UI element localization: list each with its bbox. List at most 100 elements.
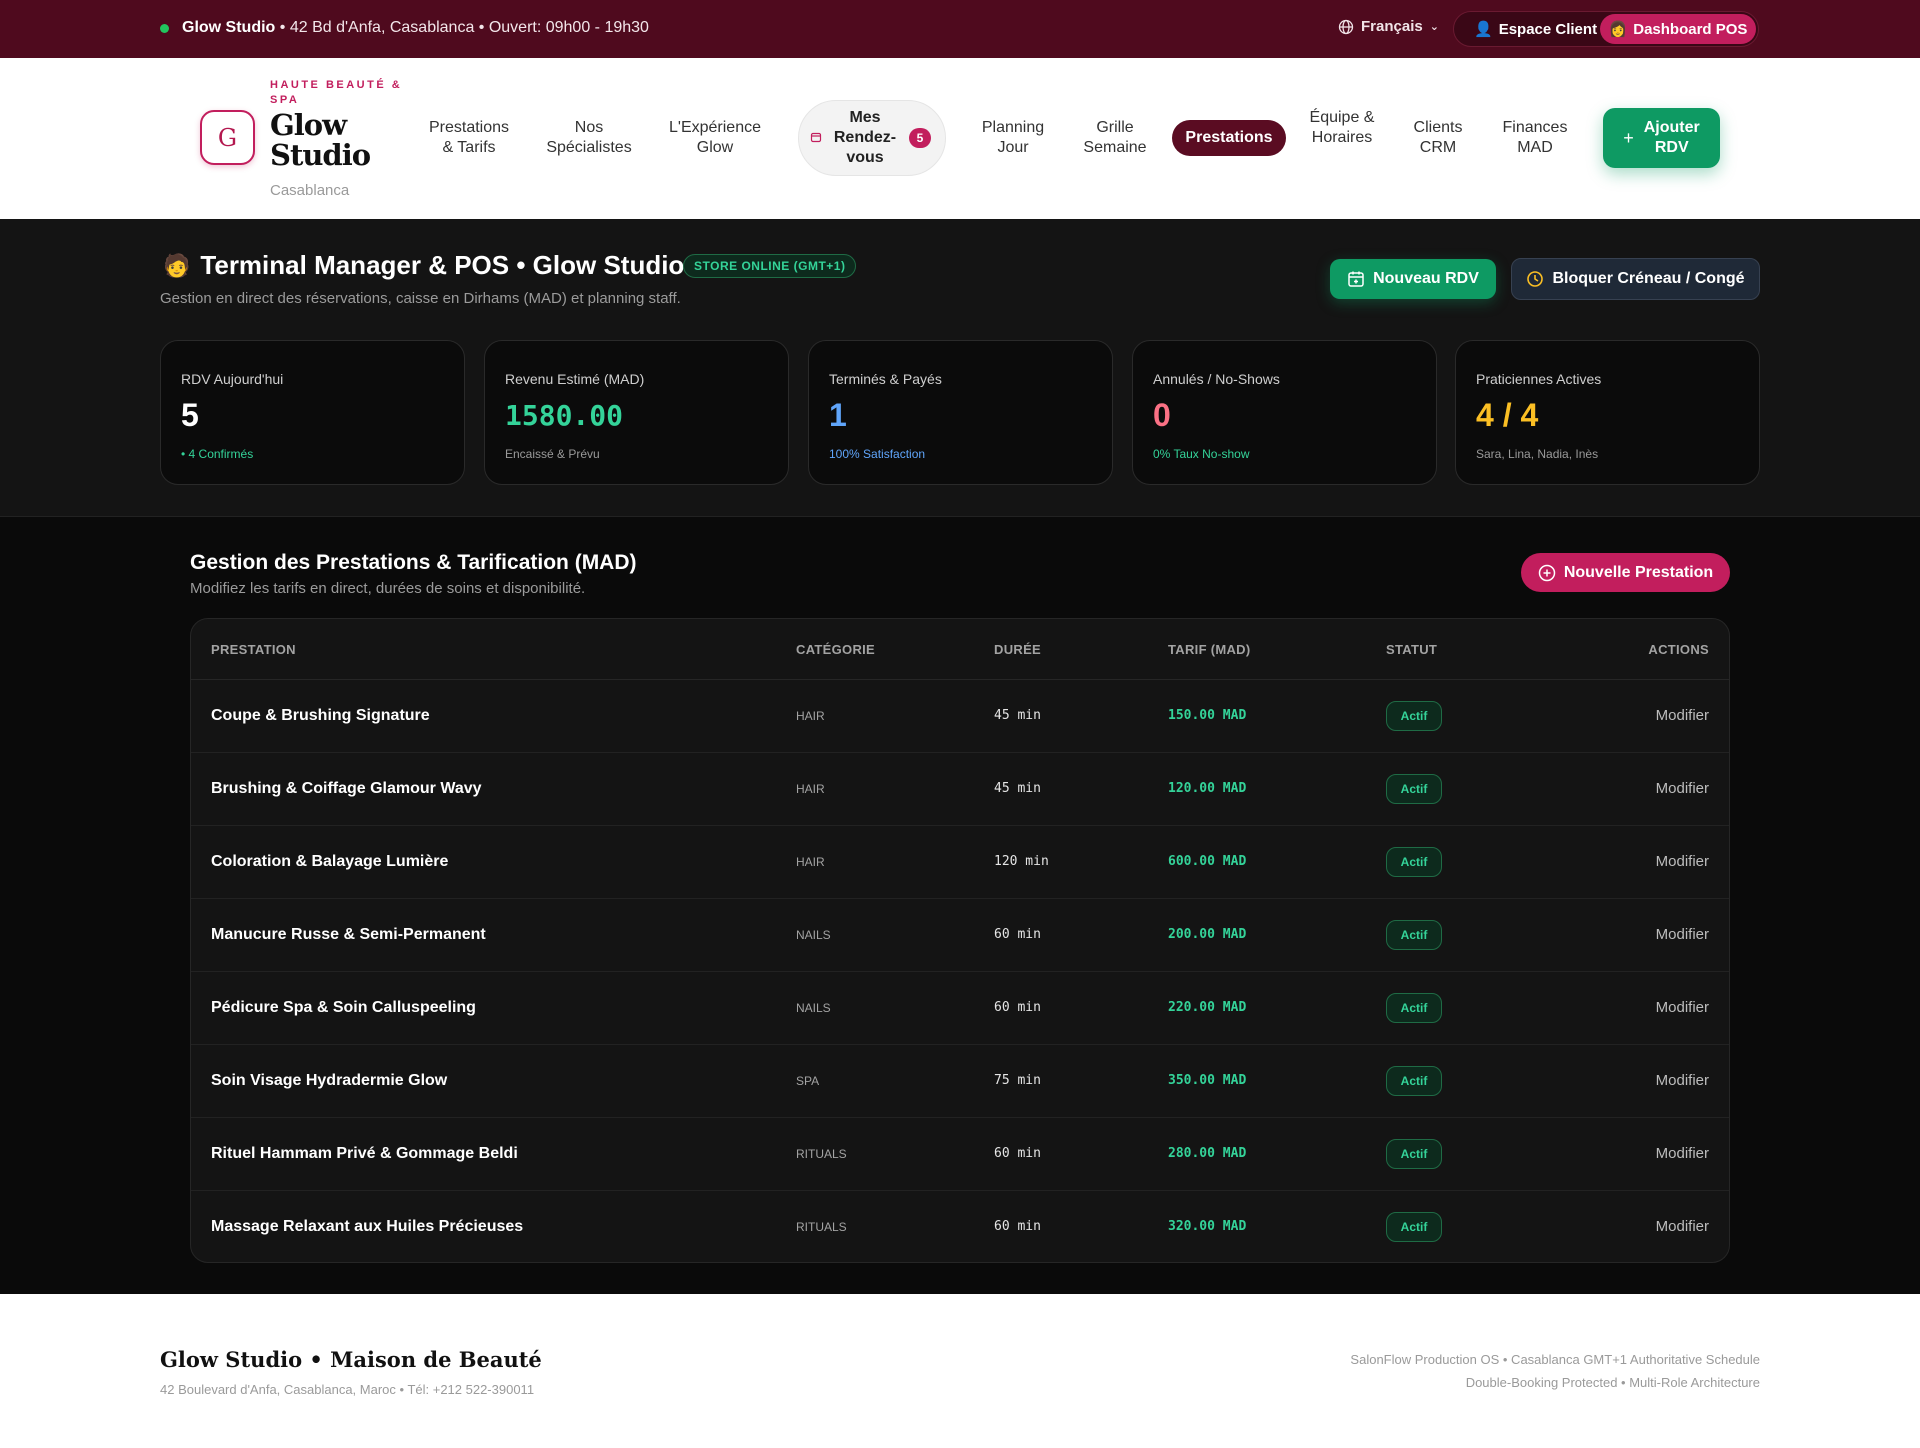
footer-system-info: SalonFlow Production OS • Casablanca GMT… — [1350, 1352, 1760, 1367]
stat-card-cancelled: Annulés / No-Shows 0 0% Taux No-show — [1132, 340, 1437, 485]
service-price: 280.00 MAD — [1168, 1146, 1247, 1161]
appointments-count-badge: 5 — [909, 128, 931, 148]
stat-label: Annulés / No-Shows — [1153, 371, 1280, 387]
status-badge: Actif — [1386, 1066, 1442, 1096]
stat-label: Revenu Estimé (MAD) — [505, 371, 645, 387]
language-selector[interactable]: Français ⌄ — [1338, 18, 1439, 35]
nav-grille-semaine[interactable]: Grille Semaine — [1075, 118, 1155, 158]
brand-name[interactable]: Glow Studio — [270, 110, 390, 170]
edit-service-link[interactable]: Modifier — [1656, 1145, 1709, 1162]
nav-mes-rendez-vous-label: Mes Rendez-vous — [833, 109, 897, 166]
add-rdv-label: Ajouter RDV — [1643, 119, 1700, 156]
page-title-text: Terminal Manager & POS • Glow Studio — [200, 250, 685, 280]
stat-card-rdv-today: RDV Aujourd'hui 5 • 4 Confirmés — [160, 340, 465, 485]
service-name: Massage Relaxant aux Huiles Précieuses — [211, 1218, 524, 1235]
service-duration: 45 min — [994, 708, 1041, 723]
service-category: HAIR — [796, 855, 825, 869]
online-status-dot — [160, 24, 169, 33]
service-name: Soin Visage Hydradermie Glow — [211, 1072, 448, 1089]
calendar-plus-icon — [1348, 271, 1364, 287]
service-name: Coloration & Balayage Lumière — [211, 853, 449, 870]
plus-icon: + — [1623, 128, 1634, 148]
section-title: Gestion des Prestations & Tarification (… — [190, 551, 637, 574]
nav-prestations-active[interactable]: Prestations — [1172, 120, 1286, 156]
user-icon: 👤 — [1474, 21, 1493, 38]
stat-label: RDV Aujourd'hui — [181, 371, 284, 387]
table-row: Rituel Hammam Privé & Gommage Beldi RITUA… — [191, 1118, 1729, 1191]
column-header: CATÉGORIE — [796, 642, 876, 657]
stat-note: Sara, Lina, Nadia, Inès — [1476, 447, 1599, 461]
status-badge: Actif — [1386, 701, 1442, 731]
service-category: SPA — [796, 1074, 820, 1088]
service-name: Pédicure Spa & Soin Calluspeeling — [211, 999, 476, 1016]
service-price: 600.00 MAD — [1168, 854, 1247, 869]
table-header: PRESTATION CATÉGORIE DURÉE TARIF (MAD) S… — [191, 619, 1729, 680]
service-duration: 45 min — [994, 781, 1041, 796]
manager-icon: 👩 — [1608, 21, 1628, 38]
studio-details: • 42 Bd d'Anfa, Casablanca • Ouvert: 09h… — [275, 19, 649, 36]
service-duration: 120 min — [994, 854, 1049, 869]
stat-note: • 4 Confirmés — [181, 447, 254, 461]
nav-prestations-tarifs[interactable]: Prestations & Tarifs — [422, 118, 516, 158]
nav-specialistes[interactable]: Nos Spécialistes — [540, 118, 638, 158]
nav-finances-mad[interactable]: Finances MAD — [1495, 118, 1575, 158]
service-category: NAILS — [796, 1001, 831, 1015]
brand-tagline: HAUTE BEAUTÉ & SPA — [270, 79, 403, 106]
status-badge: Actif — [1386, 1212, 1442, 1242]
stat-value: 0 — [1153, 397, 1171, 433]
stat-value: 5 — [181, 397, 199, 433]
service-price: 220.00 MAD — [1168, 1000, 1247, 1015]
brand-city: Casablanca — [270, 182, 350, 199]
block-slot-label: Bloquer Créneau / Congé — [1552, 270, 1745, 287]
table-row: Massage Relaxant aux Huiles Précieuses RI… — [191, 1191, 1729, 1262]
service-price: 320.00 MAD — [1168, 1219, 1247, 1234]
edit-service-link[interactable]: Modifier — [1656, 853, 1709, 870]
edit-service-link[interactable]: Modifier — [1656, 1218, 1709, 1235]
dashboard-pos-button[interactable]: 👩 Dashboard POS — [1600, 14, 1756, 44]
new-rdv-button[interactable]: Nouveau RDV — [1330, 259, 1496, 299]
table-row: Soin Visage Hydradermie Glow SPA 75 min 350… — [191, 1045, 1729, 1118]
block-slot-button[interactable]: Bloquer Créneau / Congé — [1511, 258, 1760, 300]
studio-name: Glow Studio — [182, 19, 276, 36]
footer-title: Glow Studio • Maison de Beauté — [160, 1347, 542, 1372]
nav-equipe-horaires[interactable]: Équipe & Horaires — [1303, 108, 1381, 148]
service-price: 120.00 MAD — [1168, 781, 1247, 796]
stat-note: 100% Satisfaction — [829, 447, 926, 461]
edit-service-link[interactable]: Modifier — [1656, 999, 1709, 1016]
edit-service-link[interactable]: Modifier — [1656, 926, 1709, 943]
footer-address: 42 Boulevard d'Anfa, Casablanca, Maroc •… — [160, 1382, 535, 1397]
new-rdv-label: Nouveau RDV — [1373, 270, 1479, 287]
status-badge: Actif — [1386, 847, 1442, 877]
column-header: ACTIONS — [1648, 642, 1709, 657]
table-row: Coupe & Brushing Signature HAIR 45 min 150.… — [191, 680, 1729, 753]
nav-experience[interactable]: L'Expérience Glow — [662, 118, 768, 158]
status-badge: Actif — [1386, 920, 1442, 950]
espace-client-label: Espace Client — [1498, 20, 1598, 38]
nav-clients-crm[interactable]: Clients CRM — [1400, 118, 1476, 158]
espace-client-button[interactable]: 👤 Espace Client — [1462, 15, 1609, 43]
service-category: HAIR — [796, 782, 825, 796]
column-header: DURÉE — [994, 642, 1042, 657]
table-row: Manucure Russe & Semi-Permanent NAILS 60 m… — [191, 899, 1729, 972]
column-header: STATUT — [1386, 642, 1438, 657]
edit-service-link[interactable]: Modifier — [1656, 707, 1709, 724]
status-badge: Actif — [1386, 774, 1442, 804]
footer-architecture-info: Double-Booking Protected • Multi-Role Ar… — [1465, 1375, 1760, 1390]
new-service-button[interactable]: Nouvelle Prestation — [1521, 553, 1730, 592]
service-name: Rituel Hammam Privé & Gommage Beldi — [211, 1145, 518, 1162]
brand-logo[interactable]: G — [200, 110, 255, 165]
edit-service-link[interactable]: Modifier — [1656, 780, 1709, 797]
dashboard-pos-label: Dashboard POS — [1633, 20, 1748, 38]
table-row: Pédicure Spa & Soin Calluspeeling NAILS 60… — [191, 972, 1729, 1045]
globe-icon — [1338, 19, 1354, 34]
column-header: PRESTATION — [211, 642, 296, 657]
service-name: Brushing & Coiffage Glamour Wavy — [211, 780, 482, 797]
add-rdv-button[interactable]: + Ajouter RDV — [1603, 108, 1720, 168]
service-name: Manucure Russe & Semi-Permanent — [211, 926, 486, 943]
nav-planning-jour[interactable]: Planning Jour — [970, 118, 1056, 158]
stat-value: 1580.00 — [505, 399, 624, 432]
stat-note: 0% Taux No-show — [1153, 447, 1250, 461]
stat-label: Terminés & Payés — [829, 371, 942, 387]
edit-service-link[interactable]: Modifier — [1656, 1072, 1709, 1089]
stat-value: 1 — [829, 397, 847, 433]
